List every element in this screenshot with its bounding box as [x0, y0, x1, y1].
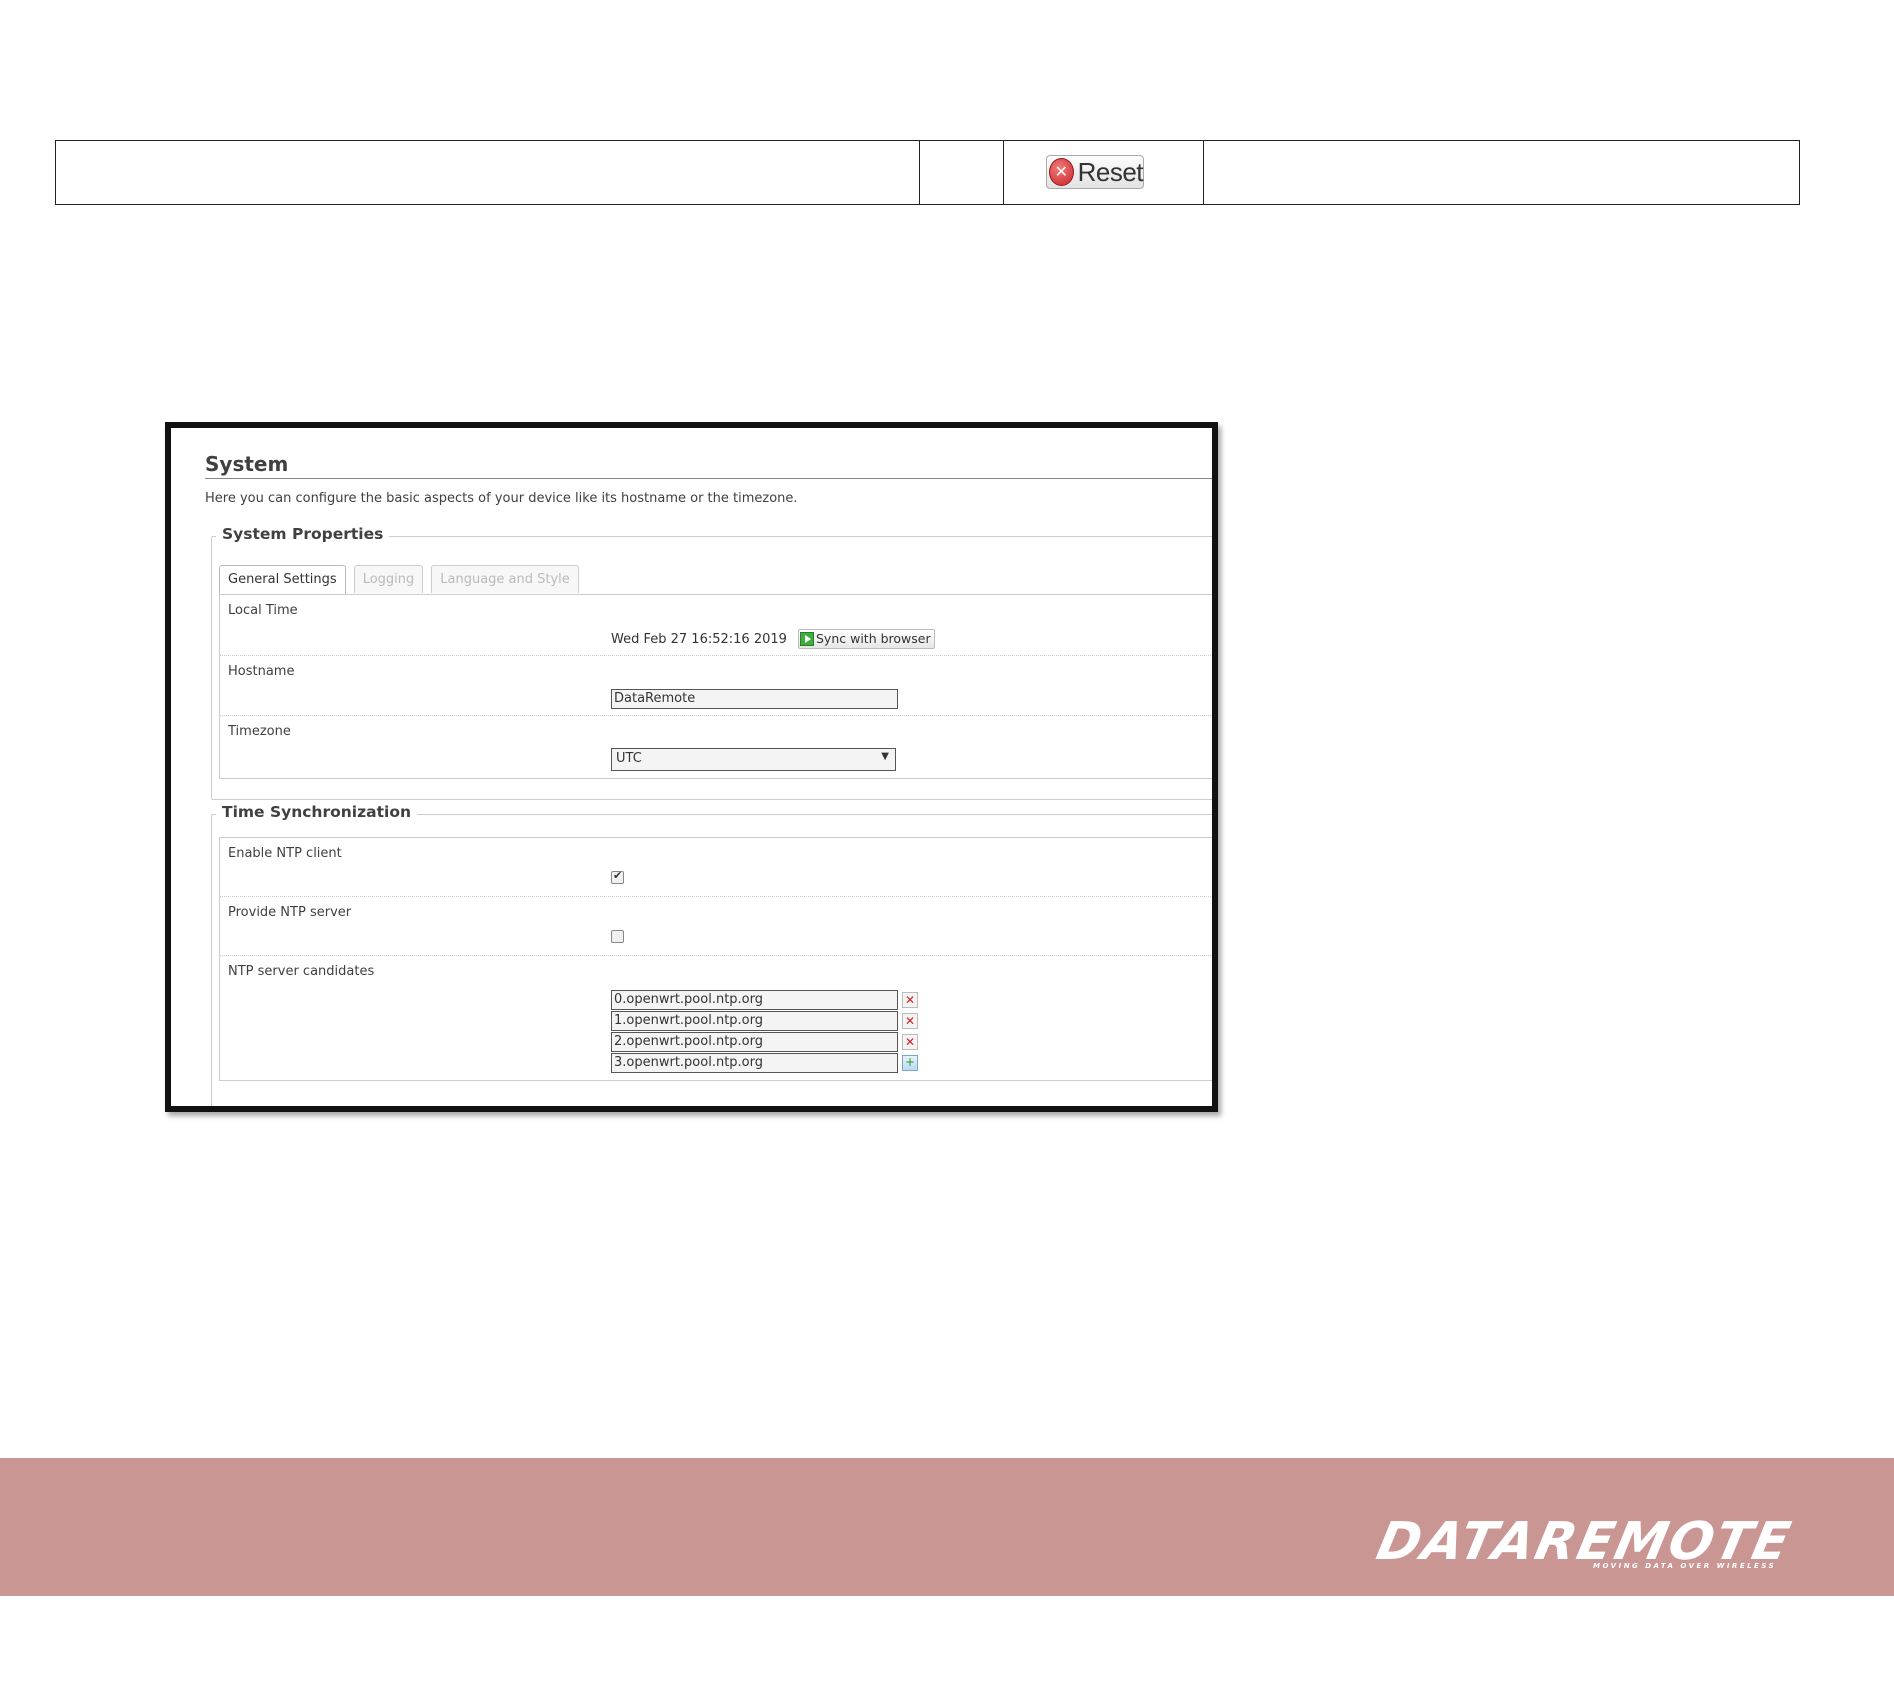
- sync-with-browser-button[interactable]: Sync with browser: [798, 628, 935, 649]
- ntp-server-input[interactable]: [611, 1010, 898, 1031]
- tab-logging[interactable]: Logging: [353, 565, 424, 593]
- list-item: ✕: [611, 1010, 918, 1031]
- play-icon: [800, 631, 814, 646]
- sync-label: Sync with browser: [816, 631, 931, 646]
- local-time-row: Local Time Wed Feb 27 16:52:16 2019 Sync…: [220, 595, 1212, 656]
- timezone-label: Timezone: [228, 724, 291, 739]
- remove-icon[interactable]: ✕: [902, 991, 918, 1008]
- table-cell: [1204, 141, 1799, 204]
- tab-bar: General Settings Logging Language and St…: [219, 565, 579, 595]
- tab-general-settings[interactable]: General Settings: [219, 565, 346, 595]
- provide-ntp-checkbox[interactable]: [611, 930, 624, 943]
- close-circle-icon: ✕: [1049, 158, 1074, 186]
- enable-ntp-row: Enable NTP client: [220, 838, 1212, 897]
- section-legend: System Properties: [216, 525, 390, 543]
- ntp-server-list: ✕ ✕ ✕ +: [611, 989, 918, 1073]
- ntp-candidates-label: NTP server candidates: [228, 964, 375, 979]
- screenshot-frame: System Here you can configure the basic …: [165, 422, 1218, 1112]
- tab-language-and-style[interactable]: Language and Style: [431, 565, 579, 593]
- remove-icon[interactable]: ✕: [902, 1033, 918, 1050]
- local-time-value-group: Wed Feb 27 16:52:16 2019 Sync with brows…: [611, 628, 935, 649]
- ntp-candidates-row: NTP server candidates ✕ ✕ ✕: [220, 956, 1212, 1081]
- local-time-value: Wed Feb 27 16:52:16 2019: [611, 632, 787, 647]
- timezone-row: Timezone UTC ▼: [220, 716, 1212, 779]
- dropdown-arrow-icon: ▼: [881, 751, 889, 762]
- timezone-value: UTC: [616, 751, 642, 766]
- list-item: +: [611, 1052, 918, 1073]
- system-properties-section: System Properties General Settings Loggi…: [211, 525, 1212, 800]
- page-description: Here you can configure the basic aspects…: [205, 491, 798, 506]
- ntp-server-input[interactable]: [611, 1052, 898, 1073]
- title-divider: [205, 478, 1212, 479]
- remove-icon[interactable]: ✕: [902, 1012, 918, 1029]
- reset-button[interactable]: ✕ Reset: [1046, 155, 1144, 189]
- provide-ntp-row: Provide NTP server: [220, 897, 1212, 956]
- section-legend: Time Synchronization: [216, 803, 417, 821]
- page-footer: DATAREMOTE MOVING DATA OVER WIRELESS: [0, 1458, 1894, 1596]
- local-time-label: Local Time: [228, 603, 298, 618]
- brand-logo: DATAREMOTE MOVING DATA OVER WIRELESS: [1372, 1512, 1798, 1582]
- hostname-label: Hostname: [228, 664, 295, 679]
- enable-ntp-label: Enable NTP client: [228, 846, 342, 861]
- page-title: System: [205, 452, 289, 476]
- general-settings-panel: Local Time Wed Feb 27 16:52:16 2019 Sync…: [219, 594, 1212, 779]
- ntp-server-input[interactable]: [611, 1031, 898, 1052]
- provide-ntp-label: Provide NTP server: [228, 905, 352, 920]
- add-icon[interactable]: +: [902, 1054, 918, 1071]
- time-synchronization-section: Time Synchronization Enable NTP client P…: [211, 803, 1212, 1106]
- brand-tagline: MOVING DATA OVER WIRELESS: [1593, 1562, 1777, 1570]
- reset-label: Reset: [1077, 156, 1144, 187]
- top-table: ✕ Reset: [55, 140, 1800, 205]
- hostname-row: Hostname: [220, 656, 1212, 716]
- table-cell: [920, 141, 1004, 204]
- enable-ntp-checkbox[interactable]: [611, 869, 624, 884]
- list-item: ✕: [611, 1031, 918, 1052]
- timezone-select[interactable]: UTC ▼: [611, 748, 896, 771]
- hostname-input[interactable]: [611, 688, 898, 709]
- ntp-server-input[interactable]: [611, 989, 898, 1010]
- table-cell: [56, 141, 920, 204]
- time-sync-panel: Enable NTP client Provide NTP server NTP…: [219, 837, 1212, 1081]
- table-cell: ✕ Reset: [1004, 141, 1204, 204]
- list-item: ✕: [611, 989, 918, 1010]
